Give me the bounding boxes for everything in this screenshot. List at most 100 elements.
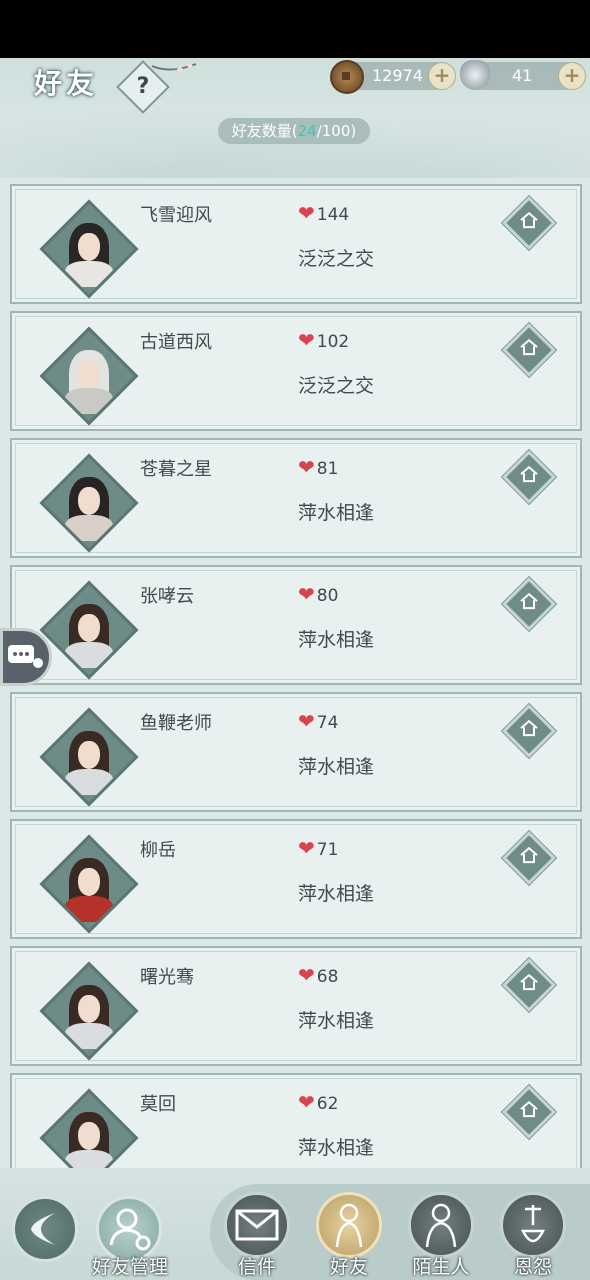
affinity-value: 102 (316, 332, 350, 352)
friend-name: 莫回 (140, 1094, 176, 1115)
friend-relation: 泛泛之交 (298, 375, 375, 397)
friend-card[interactable]: 曙光骞 ❤ 68 萍水相逢 (10, 946, 582, 1066)
friend-manage-label: 好友管理 (91, 1256, 168, 1278)
affinity-value: 74 (316, 713, 339, 733)
friend-relation: 萍水相逢 (298, 629, 375, 651)
tab-strangers-label: 陌生人 (412, 1256, 470, 1278)
friend-relation: 萍水相逢 (298, 756, 375, 778)
affinity-value: 81 (316, 459, 339, 479)
heart-icon: ❤ (298, 201, 315, 225)
friend-count-max: /100) (316, 122, 357, 140)
visit-home-button[interactable] (502, 450, 556, 504)
home-icon (520, 846, 538, 864)
copper-coin-icon (330, 60, 364, 94)
heart-icon: ❤ (298, 709, 315, 733)
stranger-figure-icon (425, 1203, 457, 1248)
friend-avatar[interactable] (39, 326, 139, 426)
avatar-robe (65, 769, 113, 795)
tab-friends[interactable] (316, 1192, 382, 1258)
friend-name: 飞雪迎风 (140, 205, 212, 226)
visit-home-button[interactable] (502, 323, 556, 377)
friend-avatar[interactable] (39, 834, 139, 934)
heart-icon: ❤ (298, 963, 315, 987)
home-icon (520, 211, 538, 229)
tab-mail[interactable] (224, 1192, 290, 1258)
friend-relation: 萍水相逢 (298, 502, 375, 524)
friend-name: 柳岳 (140, 840, 176, 861)
heart-icon: ❤ (298, 836, 315, 860)
friend-card[interactable]: 苍暮之星 ❤ 81 萍水相逢 (10, 438, 582, 558)
heart-icon: ❤ (298, 582, 315, 606)
envelope-icon (235, 1209, 279, 1241)
avatar-robe (65, 642, 113, 668)
visit-home-button[interactable] (502, 704, 556, 758)
tab-strangers[interactable] (408, 1192, 474, 1258)
friend-avatar[interactable] (39, 453, 139, 553)
visit-home-button[interactable] (502, 577, 556, 631)
friend-name: 曙光骞 (140, 967, 194, 988)
tab-grudges-label: 恩怨 (513, 1256, 552, 1278)
friend-affinity: ❤ 62 (298, 1090, 338, 1114)
friend-relation: 萍水相逢 (298, 1137, 375, 1159)
friend-avatar[interactable] (39, 961, 139, 1061)
heart-icon: ❤ (298, 1090, 315, 1114)
hookah-icon (520, 1205, 546, 1243)
friend-affinity: ❤ 71 (298, 836, 338, 860)
friend-count-label: 好友数量 (231, 122, 292, 140)
friend-affinity: ❤ 144 (298, 201, 349, 225)
home-icon (520, 465, 538, 483)
add-copper-button[interactable]: + (428, 62, 456, 90)
friend-manage-icon (109, 1208, 151, 1251)
affinity-value: 144 (316, 205, 350, 225)
home-icon (520, 592, 538, 610)
visit-home-button[interactable] (502, 196, 556, 250)
friend-card[interactable]: 柳岳 ❤ 71 萍水相逢 (10, 819, 582, 939)
affinity-value: 68 (316, 967, 339, 987)
back-button[interactable] (12, 1196, 78, 1262)
copper-amount: 12974 (372, 66, 423, 85)
friend-affinity: ❤ 74 (298, 709, 338, 733)
home-icon (520, 1100, 538, 1118)
home-icon (520, 973, 538, 991)
friend-avatar[interactable] (39, 707, 139, 807)
copper-currency: 12974 + (330, 60, 456, 94)
affinity-value: 71 (316, 840, 339, 860)
page-title: 好友 (34, 67, 99, 100)
home-icon (520, 719, 538, 737)
heart-icon: ❤ (298, 455, 315, 479)
friend-relation: 泛泛之交 (298, 248, 375, 270)
affinity-value: 80 (316, 586, 339, 606)
friend-affinity: ❤ 68 (298, 963, 338, 987)
avatar-robe (65, 1023, 113, 1049)
friend-affinity: ❤ 81 (298, 455, 338, 479)
silver-ingot-icon (460, 60, 490, 90)
friend-avatar[interactable] (39, 580, 139, 680)
friend-name: 苍暮之星 (140, 459, 212, 480)
affinity-value: 62 (316, 1094, 339, 1114)
friend-figure-icon (335, 1203, 363, 1248)
friend-avatar[interactable] (39, 199, 139, 299)
visit-home-button[interactable] (502, 1085, 556, 1139)
friend-count-current: 24 (297, 122, 317, 140)
visit-home-button[interactable] (502, 958, 556, 1012)
heart-icon: ❤ (298, 328, 315, 352)
friend-relation: 萍水相逢 (298, 1010, 375, 1032)
add-silver-button[interactable]: + (558, 62, 586, 90)
tab-grudges[interactable] (500, 1192, 566, 1258)
friend-affinity: ❤ 102 (298, 328, 349, 352)
tab-mail-label: 信件 (237, 1256, 276, 1278)
friend-name: 张哮云 (140, 586, 194, 607)
friend-card[interactable]: 张哮云 ❤ 80 萍水相逢 (10, 565, 582, 685)
friend-card[interactable]: 古道西风 ❤ 102 泛泛之交 (10, 311, 582, 431)
silver-currency: 41 + (460, 60, 586, 90)
friend-name: 古道西风 (140, 332, 212, 353)
status-bar (0, 0, 590, 58)
friend-card[interactable]: 飞雪迎风 ❤ 144 泛泛之交 (10, 184, 582, 304)
friend-affinity: ❤ 80 (298, 582, 338, 606)
home-icon (520, 338, 538, 356)
friend-card[interactable]: 鱼鞭老师 ❤ 74 萍水相逢 (10, 692, 582, 812)
avatar-robe (65, 896, 113, 922)
visit-home-button[interactable] (502, 831, 556, 885)
back-arrow-icon (31, 1213, 55, 1245)
avatar-robe (65, 261, 113, 287)
